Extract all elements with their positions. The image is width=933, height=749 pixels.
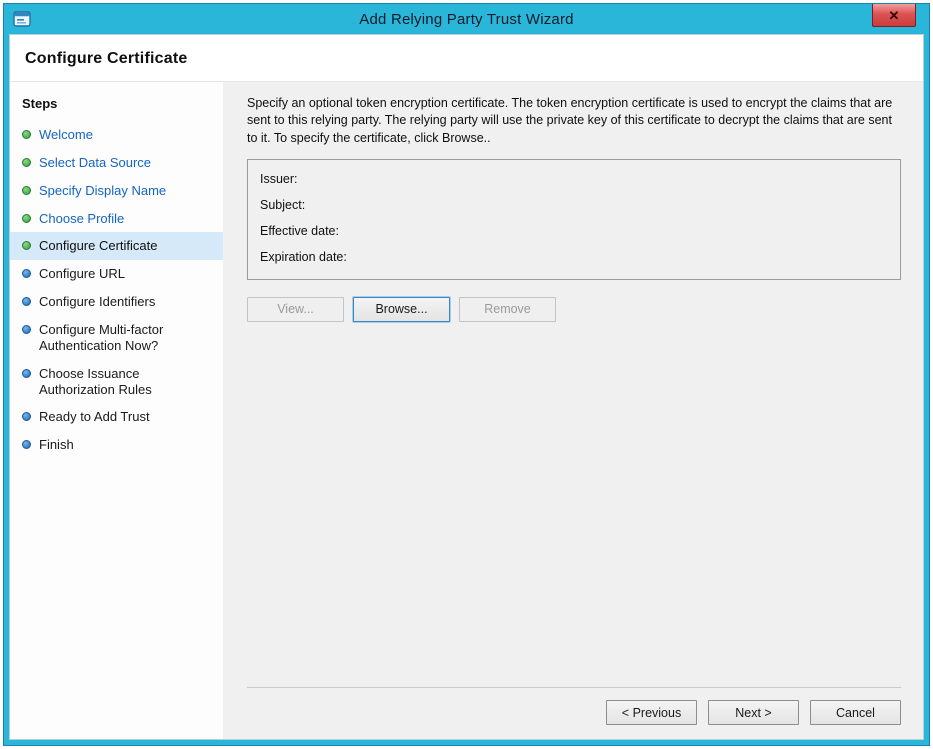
cert-field-effective-date: Effective date: <box>260 221 888 247</box>
sidebar-item-select-data-source[interactable]: Select Data Source <box>10 149 223 177</box>
steps-heading: Steps <box>10 92 223 121</box>
page-header: Configure Certificate <box>10 35 923 82</box>
close-button[interactable]: ✕ <box>872 4 916 27</box>
main-pane: Specify an optional token encryption cer… <box>223 82 923 739</box>
sidebar-item-specify-display-name[interactable]: Specify Display Name <box>10 177 223 205</box>
sidebar-item-ready-to-add-trust: Ready to Add Trust <box>10 403 223 431</box>
steps-list: Welcome Select Data Source Specify Displ… <box>10 121 223 459</box>
certificate-groupbox: Issuer: Subject: Effective date: Expirat… <box>247 159 901 280</box>
sidebar-item-configure-mfa: Configure Multi-factor Authentication No… <box>10 316 223 360</box>
step-pending-icon <box>22 325 31 334</box>
step-done-icon <box>22 158 31 167</box>
step-current-icon <box>22 241 31 250</box>
cancel-button[interactable]: Cancel <box>810 700 901 725</box>
browse-button[interactable]: Browse... <box>353 297 450 322</box>
wizard-frame: Configure Certificate Steps Welcome Sele… <box>9 34 924 740</box>
wizard-window: Add Relying Party Trust Wizard ✕ Configu… <box>3 3 930 746</box>
wizard-footer: < Previous Next > Cancel <box>247 687 901 725</box>
step-done-icon <box>22 214 31 223</box>
titlebar[interactable]: Add Relying Party Trust Wizard ✕ <box>9 4 924 34</box>
page-title: Configure Certificate <box>25 50 907 68</box>
cert-field-expiration-date: Expiration date: <box>260 247 888 273</box>
cert-field-issuer: Issuer: <box>260 169 888 195</box>
view-button: View... <box>247 297 344 322</box>
sidebar-item-welcome[interactable]: Welcome <box>10 121 223 149</box>
sidebar-item-configure-url: Configure URL <box>10 260 223 288</box>
description-text: Specify an optional token encryption cer… <box>247 95 901 147</box>
cert-field-subject: Subject: <box>260 195 888 221</box>
sidebar-item-configure-certificate: Configure Certificate <box>10 232 223 260</box>
step-pending-icon <box>22 297 31 306</box>
wizard-content: Steps Welcome Select Data Source Specify… <box>10 82 923 739</box>
window-title: Add Relying Party Trust Wizard <box>9 11 924 28</box>
previous-button[interactable]: < Previous <box>606 700 697 725</box>
step-pending-icon <box>22 269 31 278</box>
step-pending-icon <box>22 412 31 421</box>
sidebar-item-choose-profile[interactable]: Choose Profile <box>10 205 223 233</box>
steps-sidebar: Steps Welcome Select Data Source Specify… <box>10 82 223 739</box>
step-done-icon <box>22 186 31 195</box>
certificate-actions: View... Browse... Remove <box>247 297 901 322</box>
next-button[interactable]: Next > <box>708 700 799 725</box>
sidebar-item-finish: Finish <box>10 431 223 459</box>
step-done-icon <box>22 130 31 139</box>
step-pending-icon <box>22 369 31 378</box>
sidebar-item-configure-identifiers: Configure Identifiers <box>10 288 223 316</box>
sidebar-item-choose-issuance-rules: Choose Issuance Authorization Rules <box>10 360 223 404</box>
step-pending-icon <box>22 440 31 449</box>
remove-button: Remove <box>459 297 556 322</box>
